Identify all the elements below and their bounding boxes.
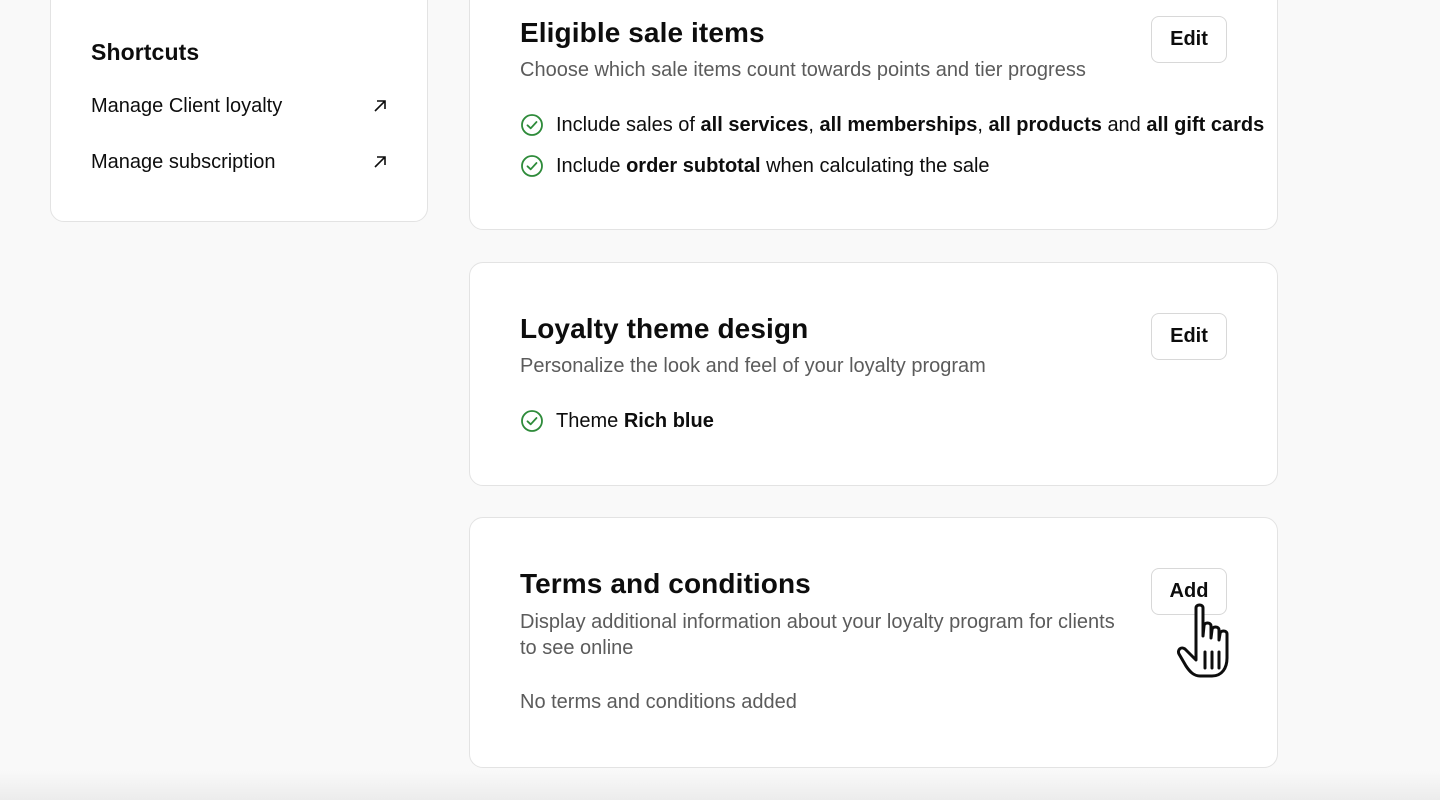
eligible-edit-button[interactable]: Edit (1151, 16, 1227, 63)
terms-empty-text: No terms and conditions added (520, 691, 797, 713)
check-circle-icon (521, 114, 543, 136)
eligible-row-sales: Include sales of all services, all membe… (520, 113, 1264, 137)
check-circle-icon (521, 155, 543, 177)
row-text-subtotal: order subtotal (626, 154, 761, 177)
shortcuts-card: Shortcuts Manage Client loyalty Manage s… (50, 0, 428, 222)
bottom-fade (0, 770, 1440, 800)
terms-title: Terms and conditions (520, 568, 811, 599)
row-text-prefix: Include sales of (556, 113, 695, 136)
external-link-icon (374, 156, 386, 168)
row-text-memberships: all memberships (819, 113, 978, 136)
row-text-prefix: Include (556, 154, 621, 177)
shortcut-manage-client-loyalty[interactable]: Manage Client loyalty (91, 91, 387, 121)
theme-row: Theme Rich blue (520, 409, 714, 433)
row-text-suffix: when calculating the sale (766, 154, 990, 177)
external-link-icon (374, 100, 386, 112)
check-circle-icon (521, 410, 543, 432)
eligible-sale-items-card: Eligible sale items Choose which sale it… (469, 0, 1278, 230)
shortcut-manage-subscription[interactable]: Manage subscription (91, 147, 387, 177)
shortcuts-title: Shortcuts (91, 39, 200, 65)
row-text-products: all products (988, 113, 1102, 136)
eligible-description: Choose which sale items count towards po… (520, 59, 1086, 81)
theme-row-prefix: Theme (556, 409, 619, 432)
loyalty-theme-card: Loyalty theme design Personalize the loo… (469, 262, 1278, 486)
terms-add-button[interactable]: Add (1151, 568, 1227, 615)
eligible-title: Eligible sale items (520, 17, 765, 48)
theme-edit-button[interactable]: Edit (1151, 313, 1227, 360)
theme-description: Personalize the look and feel of your lo… (520, 355, 986, 377)
shortcut-label: Manage subscription (91, 150, 276, 173)
terms-description: Display additional information about you… (520, 611, 1115, 659)
row-text-and: and (1107, 113, 1141, 136)
eligible-row-subtotal: Include order subtotal when calculating … (520, 154, 990, 178)
row-text-gift-cards: all gift cards (1146, 113, 1265, 136)
theme-row-value: Rich blue (623, 409, 714, 432)
row-text-sep: , (808, 113, 814, 136)
row-text-sep: , (977, 113, 983, 136)
row-text-services: all services (700, 113, 809, 136)
terms-conditions-card: Terms and conditions Display additional … (469, 517, 1278, 768)
shortcut-label: Manage Client loyalty (91, 94, 283, 117)
theme-title: Loyalty theme design (520, 313, 809, 344)
